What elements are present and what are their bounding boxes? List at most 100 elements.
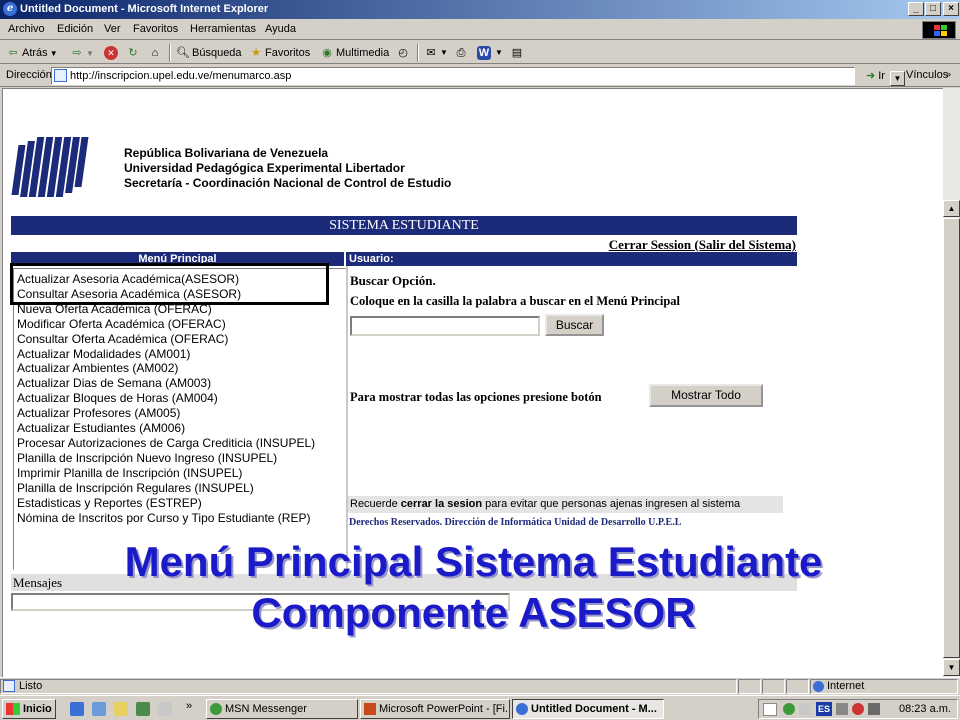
menu-option[interactable]: Consultar Oferta Académica (OFERAC)	[17, 332, 342, 347]
windows-flag-icon	[6, 703, 20, 715]
show-all-button[interactable]: Mostrar Todo	[649, 384, 763, 407]
menu-ayuda[interactable]: Ayuda	[265, 23, 296, 35]
menu-option[interactable]: Procesar Autorizaciones de Carga Crediti…	[17, 436, 342, 451]
logout-link[interactable]: Cerrar Session (Salir del Sistema)	[609, 237, 796, 253]
ie-task-icon	[516, 703, 528, 715]
home-icon[interactable]: ⌂	[148, 46, 162, 60]
edit-word-icon[interactable]: W	[477, 46, 491, 60]
mail-icon[interactable]: ✉	[424, 46, 438, 60]
scroll-thumb[interactable]	[943, 218, 960, 658]
menu-option[interactable]: Planilla de Inscripción Nuevo Ingreso (I…	[17, 451, 342, 466]
address-input[interactable]: http://inscripcion.upel.edu.ve/menumarco…	[51, 67, 905, 86]
menu-option[interactable]: Actualizar Bloques de Horas (AM004)	[17, 391, 342, 406]
address-label: Dirección	[6, 69, 52, 81]
maximize-button[interactable]: □	[925, 2, 941, 16]
menu-option[interactable]: Actualizar Estudiantes (AM006)	[17, 421, 342, 436]
links-label[interactable]: Vínculos	[906, 69, 948, 81]
highlight-box	[10, 263, 329, 305]
main-menu-list[interactable]: Actualizar Asesoria Académica(ASESOR) Con…	[13, 268, 346, 570]
task-msn-messenger[interactable]: MSN Messenger	[206, 699, 358, 719]
search-button[interactable]: Buscar	[545, 314, 604, 336]
stop-icon[interactable]: ✕	[104, 46, 118, 60]
status-cell-blank-2	[762, 679, 785, 694]
menu-favoritos[interactable]: Favoritos	[133, 23, 178, 35]
favorites-label: Favoritos	[265, 47, 311, 59]
multimedia-label: Multimedia	[336, 47, 390, 59]
search-button[interactable]: 🔍︎ Búsqueda	[176, 46, 242, 60]
ie-logo-icon: e	[3, 2, 17, 16]
menu-option[interactable]: Modificar Oferta Académica (OFERAC)	[17, 317, 342, 332]
close-button[interactable]: ×	[943, 2, 959, 16]
task-label-ie: Untitled Document - M...	[531, 703, 657, 715]
favorites-button[interactable]: ★ Favoritos	[249, 46, 310, 60]
menu-bar: Archivo Edición Ver Favoritos Herramient…	[0, 19, 960, 40]
reminder-suffix: para evitar que personas ajenas ingresen…	[482, 498, 741, 510]
back-button[interactable]: ⇦ Atrás ▼	[6, 46, 57, 60]
menu-option[interactable]: Actualizar Dias de Semana (AM003)	[17, 376, 342, 391]
favorites-star-icon: ★	[251, 47, 261, 59]
header-line-3: Secretaría - Coordinación Nacional de Co…	[124, 176, 452, 190]
menu-option[interactable]: Imprimir Planilla de Inscripción (INSUPE…	[17, 466, 342, 481]
system-tray: ES 08:23 a.m.	[758, 699, 958, 719]
menu-option[interactable]: Estadisticas y Reportes (ESTREP)	[17, 496, 342, 511]
quicklaunch-chevron-icon[interactable]: »	[186, 700, 192, 712]
mail-dropdown-icon[interactable]: ▼	[440, 48, 448, 57]
edit-dropdown-icon[interactable]: ▼	[495, 48, 503, 57]
show-all-hint: Para mostrar todas las opciones presione…	[350, 390, 602, 404]
task-label-powerpoint: Microsoft PowerPoint - [Fi...	[379, 703, 510, 715]
menu-edicion[interactable]: Edición	[57, 23, 93, 35]
language-indicator[interactable]: ES	[816, 702, 832, 716]
multimedia-button[interactable]: ◉ Multimedia	[320, 46, 389, 60]
page-icon	[54, 69, 67, 82]
windows-logo-icon	[922, 21, 956, 39]
scroll-up-icon[interactable]: ▲	[943, 200, 960, 217]
system-title: SISTEMA ESTUDIANTE	[11, 216, 797, 235]
msn-tray-icon[interactable]	[783, 703, 795, 715]
logout-reminder: Recuerde cerrar la sesion para evitar qu…	[348, 496, 783, 513]
header-line-1: República Bolivariana de Venezuela	[124, 146, 329, 160]
header-line-2: Universidad Pedagógica Experimental Libe…	[124, 161, 405, 175]
task-untitled-document[interactable]: Untitled Document - M...	[512, 699, 664, 719]
menu-herramientas[interactable]: Herramientas	[190, 23, 256, 35]
address-bar: Dirección http://inscripcion.upel.edu.ve…	[0, 65, 960, 87]
quicklaunch-outlook-icon[interactable]	[92, 702, 106, 716]
reminder-prefix: Recuerde	[350, 498, 401, 510]
history-icon[interactable]: ◴	[396, 46, 410, 60]
quicklaunch-app-icon[interactable]	[158, 702, 172, 716]
scroll-down-icon[interactable]: ▼	[943, 659, 960, 676]
copyright-text: Derechos Reservados. Dirección de Inform…	[349, 517, 682, 528]
network-tray-icon[interactable]	[799, 703, 811, 715]
discuss-icon[interactable]: ▤	[510, 46, 524, 60]
taskbar: Inicio » MSN Messenger Microsoft PowerPo…	[0, 695, 960, 720]
menu-option[interactable]: Nómina de Inscritos por Curso y Tipo Est…	[17, 511, 342, 526]
minimize-button[interactable]: _	[908, 2, 924, 16]
address-url: http://inscripcion.upel.edu.ve/menumarco…	[70, 70, 292, 82]
print-icon[interactable]: ⎙	[454, 46, 468, 60]
quicklaunch-desktop-icon[interactable]	[114, 702, 128, 716]
menu-option[interactable]: Planilla de Inscripción Regulares (INSUP…	[17, 481, 342, 496]
printer-tray-icon[interactable]	[868, 703, 880, 715]
antivirus-tray-icon[interactable]	[852, 703, 864, 715]
menu-option[interactable]: Actualizar Ambientes (AM002)	[17, 361, 342, 376]
quicklaunch-ie-icon[interactable]	[70, 702, 84, 716]
go-button[interactable]: ➜ Ir	[866, 69, 885, 83]
task-label-msn: MSN Messenger	[225, 703, 307, 715]
go-arrow-icon: ➜	[866, 70, 876, 82]
address-dropdown-icon[interactable]: ▼	[890, 71, 905, 86]
forward-button[interactable]: ⇨ ▼	[70, 46, 94, 60]
zone-label: Internet	[827, 680, 865, 692]
menu-option[interactable]: Actualizar Profesores (AM005)	[17, 406, 342, 421]
menu-ver[interactable]: Ver	[104, 23, 121, 35]
start-button[interactable]: Inicio	[2, 699, 56, 719]
menu-archivo[interactable]: Archivo	[8, 23, 45, 35]
search-input[interactable]	[350, 316, 540, 336]
quicklaunch-media-icon[interactable]	[136, 702, 150, 716]
menu-option[interactable]: Actualizar Modalidades (AM001)	[17, 347, 342, 362]
links-chevron-icon[interactable]: »	[946, 69, 951, 79]
search-title: Buscar Opción.	[350, 273, 436, 288]
vertical-scrollbar[interactable]: ▲ ▼	[943, 88, 960, 677]
refresh-icon[interactable]: ↻	[126, 46, 140, 60]
sun-clip-icon[interactable]	[763, 703, 777, 716]
speaker-tray-icon[interactable]	[836, 703, 848, 715]
task-powerpoint[interactable]: Microsoft PowerPoint - [Fi...	[360, 699, 510, 719]
